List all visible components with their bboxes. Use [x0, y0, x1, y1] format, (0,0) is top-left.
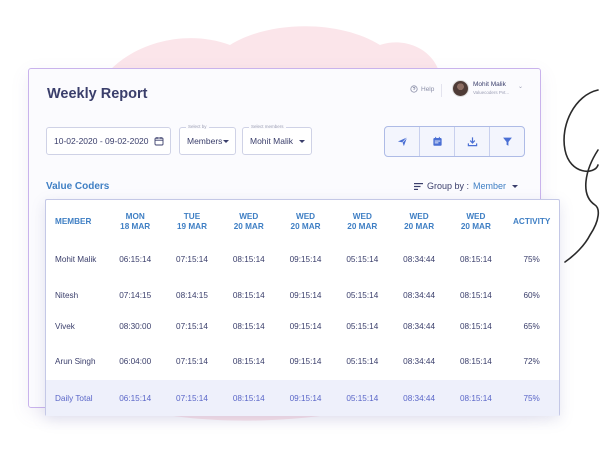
time-cell: 07:15:14	[176, 254, 208, 264]
activity-cell: 72%	[523, 356, 540, 366]
send-button[interactable]	[385, 127, 420, 156]
chevron-down-icon[interactable]: ⌄	[518, 83, 523, 90]
total-time-cell: 09:15:14	[289, 393, 322, 403]
total-activity-cell: 75%	[523, 393, 540, 403]
table-row[interactable]: Vivek 08:30:00 07:15:14 08:15:14 09:15:1…	[46, 311, 559, 341]
download-button[interactable]	[455, 127, 490, 156]
time-cell: 08:15:14	[232, 321, 265, 331]
daily-total-row: Daily Total 06:15:14 07:15:14 08:15:14 0…	[46, 380, 559, 416]
day-column-header[interactable]: WED 20 MAR	[334, 212, 391, 232]
header-divider	[441, 84, 442, 97]
group-by-dropdown[interactable]: Group by : Member	[414, 181, 519, 191]
day-column-header[interactable]: TUE 19 MAR	[164, 212, 221, 232]
select-by-dropdown[interactable]: Select by Members	[179, 124, 236, 155]
time-cell: 07:15:14	[176, 321, 208, 331]
action-toolbar	[384, 126, 525, 157]
group-by-value: Member	[473, 181, 507, 191]
time-cell: 08:14:15	[176, 290, 208, 300]
user-name[interactable]: Mohit Malik	[473, 81, 506, 88]
help-link[interactable]: Help	[410, 85, 434, 93]
activity-cell: 60%	[523, 290, 540, 300]
calendar-icon	[154, 137, 164, 146]
day-column-header[interactable]: WED 20 MAR	[391, 212, 448, 232]
time-cell: 09:15:14	[289, 321, 322, 331]
total-time-cell: 08:34:44	[403, 393, 436, 403]
member-column-header[interactable]: MEMBER	[46, 217, 107, 227]
select-members-value: Mohit Malik	[250, 136, 293, 146]
time-cell: 09:15:14	[289, 254, 322, 264]
total-time-cell: 05:15:14	[346, 393, 379, 403]
select-by-label: Select by	[186, 124, 209, 129]
select-members-dropdown[interactable]: Select members Mohit Malik	[242, 124, 312, 155]
time-cell: 08:15:14	[459, 254, 492, 264]
help-label: Help	[421, 85, 435, 93]
day-column-header[interactable]: MON 18 MAR	[107, 212, 164, 232]
time-cell: 08:15:14	[232, 290, 265, 300]
total-time-cell: 06:15:14	[119, 393, 152, 403]
calendar-icon	[432, 136, 442, 146]
table-header-row: MEMBER MON 18 MAR TUE 19 MAR WED 20 MAR WED…	[46, 200, 559, 244]
page-title: Weekly Report	[47, 86, 148, 102]
time-cell: 08:34:44	[403, 356, 436, 366]
daily-total-label: Daily Total	[55, 393, 93, 403]
time-cell: 05:15:14	[346, 254, 379, 264]
table-row[interactable]: Mohit Malik 06:15:14 07:15:14 08:15:14 0…	[46, 244, 559, 274]
table-row[interactable]: Arun Singh 06:04:00 07:15:14 08:15:14 09…	[46, 346, 559, 376]
time-cell: 08:15:14	[459, 321, 492, 331]
activity-cell: 65%	[523, 321, 540, 331]
group-by-label: Group by :	[427, 181, 470, 191]
day-column-header[interactable]: WED 20 MAR	[447, 212, 504, 232]
member-name: Nitesh	[55, 290, 79, 300]
user-company: Valuecoders Pvt...	[473, 90, 510, 95]
report-table: MEMBER MON 18 MAR TUE 19 MAR WED 20 MAR WED…	[45, 199, 560, 416]
help-icon	[410, 85, 418, 93]
time-cell: 08:15:14	[459, 290, 492, 300]
time-cell: 07:14:15	[119, 290, 152, 300]
time-cell: 05:15:14	[346, 356, 379, 366]
activity-column-header[interactable]: ACTIVITY	[504, 217, 559, 227]
day-column-header[interactable]: WED 20 MAR	[277, 212, 334, 232]
avatar[interactable]	[452, 80, 469, 97]
member-name: Vivek	[55, 321, 75, 331]
time-cell: 08:34:44	[403, 254, 436, 264]
caret-down-icon	[512, 184, 519, 188]
select-members-label: Select members	[249, 124, 286, 129]
time-cell: 05:15:14	[346, 290, 379, 300]
time-cell: 08:15:14	[232, 254, 265, 264]
filter-button[interactable]	[490, 127, 524, 156]
send-icon	[397, 137, 407, 147]
time-cell: 06:04:00	[119, 356, 152, 366]
caret-down-icon	[223, 140, 229, 143]
select-by-value: Members	[187, 136, 223, 146]
time-cell: 08:30:00	[119, 321, 152, 331]
table-row[interactable]: Nitesh 07:14:15 08:14:15 08:15:14 09:15:…	[46, 280, 559, 310]
time-cell: 07:15:14	[176, 356, 208, 366]
team-name: Value Coders	[46, 181, 110, 192]
total-time-cell: 08:15:14	[459, 393, 492, 403]
time-cell: 08:34:44	[403, 321, 436, 331]
total-time-cell: 07:15:14	[176, 393, 208, 403]
caret-down-icon	[299, 140, 305, 143]
time-cell: 08:15:14	[232, 356, 265, 366]
date-range-picker[interactable]: 10-02-2020 - 09-02-2020	[46, 127, 171, 155]
time-cell: 08:15:14	[459, 356, 492, 366]
activity-cell: 75%	[523, 254, 540, 264]
time-cell: 09:15:14	[289, 356, 322, 366]
member-name: Arun Singh	[55, 356, 96, 366]
date-range-value: 10-02-2020 - 09-02-2020	[54, 136, 149, 146]
member-name: Mohit Malik	[55, 254, 97, 264]
sort-lines-icon	[414, 182, 423, 190]
time-cell: 08:34:44	[403, 290, 436, 300]
time-cell: 09:15:14	[289, 290, 322, 300]
squiggle-line	[563, 89, 600, 263]
day-column-header[interactable]: WED 20 MAR	[220, 212, 277, 232]
time-cell: 06:15:14	[119, 254, 152, 264]
calendar-button[interactable]	[420, 127, 455, 156]
filter-icon	[502, 137, 512, 146]
time-cell: 05:15:14	[346, 321, 379, 331]
download-icon	[467, 137, 477, 147]
total-time-cell: 08:15:14	[232, 393, 265, 403]
